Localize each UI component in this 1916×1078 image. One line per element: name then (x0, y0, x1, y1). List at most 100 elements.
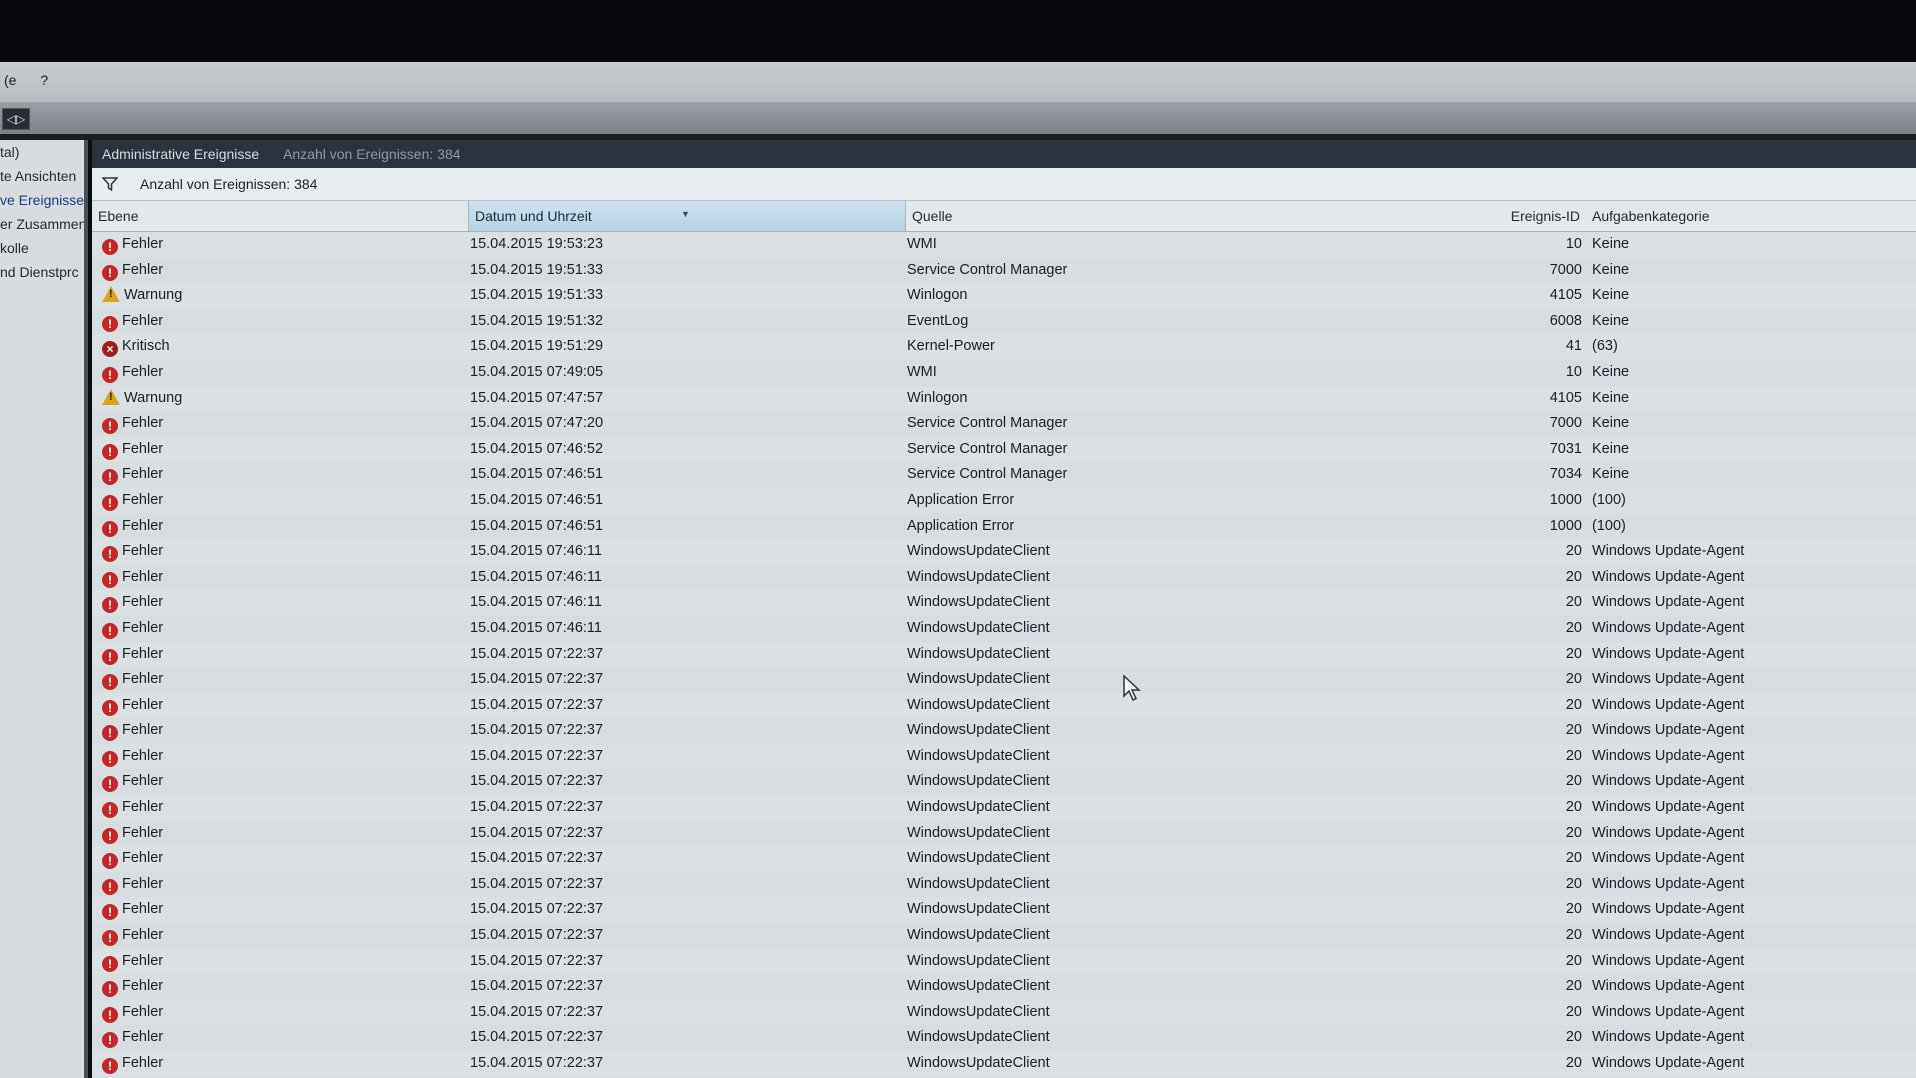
table-row[interactable]: ! Fehler 15.04.2015 07:22:37 WindowsUpdateC… (92, 821, 1916, 847)
table-row[interactable]: ! Fehler 15.04.2015 07:46:51 Application Er… (92, 487, 1916, 514)
table-row[interactable]: ! Fehler 15.04.2015 19:51:33 Service Contro… (92, 258, 1916, 284)
tree-item-services-logs[interactable]: nd Dienstprc (0, 260, 84, 284)
table-row[interactable]: ! Fehler 15.04.2015 07:22:37 WindowsUpdateC… (92, 974, 1916, 1000)
error-icon: ! (102, 520, 118, 537)
table-row[interactable]: ! Fehler 15.04.2015 07:22:37 WindowsUpdateC… (92, 641, 1916, 668)
task-category-cell: Windows Update-Agent (1592, 568, 1745, 585)
level-label: Fehler (122, 901, 164, 918)
event-id-cell: 7000 (1549, 261, 1582, 278)
table-row[interactable]: ! Fehler 15.04.2015 07:22:37 WindowsUpdateC… (92, 718, 1916, 744)
table-row[interactable]: ! Fehler 15.04.2015 07:22:37 WindowsUpdateC… (92, 897, 1916, 924)
table-row[interactable]: ! Fehler 15.04.2015 07:46:11 WindowsUpdateC… (92, 616, 1916, 642)
table-row[interactable]: ! Fehler 15.04.2015 07:22:37 WindowsUpdateC… (92, 999, 1916, 1026)
event-id-cell: 20 (1565, 594, 1582, 611)
level-cell: ! Fehler (102, 821, 462, 847)
date-cell: 15.04.2015 07:22:37 (470, 747, 604, 764)
table-row[interactable]: ! Fehler 15.04.2015 07:46:11 WindowsUpdateC… (92, 590, 1916, 616)
level-label: Fehler (122, 645, 164, 662)
date-cell: 15.04.2015 07:47:20 (470, 415, 604, 432)
table-row[interactable]: ! Fehler 15.04.2015 07:22:37 WindowsUpdateC… (92, 923, 1916, 949)
date-cell: 15.04.2015 07:22:37 (470, 645, 604, 662)
level-cell: ! Fehler (102, 309, 462, 335)
level-label: Warnung (124, 287, 183, 304)
level-label: Fehler (122, 927, 164, 944)
menu-item-help[interactable]: ? (40, 72, 48, 88)
level-label: Fehler (122, 671, 164, 688)
table-row[interactable]: Warnung15.04.2015 07:47:57Winlogon4105Ke… (92, 385, 1916, 412)
date-cell: 15.04.2015 07:22:37 (470, 722, 604, 739)
level-label: Fehler (122, 1029, 164, 1046)
table-row[interactable]: × Kritisch 15.04.2015 19:51:29 Kernel-Power… (92, 334, 1916, 360)
column-header-date[interactable]: Datum und Uhrzeit ▼ (468, 201, 906, 231)
table-row[interactable]: ! Fehler 15.04.2015 07:22:37 WindowsUpdateC… (92, 1051, 1916, 1077)
tree-item-logs[interactable]: kolle (0, 236, 84, 260)
column-headers: Ebene Datum und Uhrzeit ▼ Quelle Ereigni… (92, 201, 1916, 232)
event-id-cell: 20 (1565, 568, 1582, 585)
table-row[interactable]: ! Fehler 15.04.2015 07:22:37 WindowsUpdateC… (92, 872, 1916, 898)
event-id-cell: 7000 (1549, 415, 1582, 432)
date-cell: 15.04.2015 07:22:37 (470, 927, 604, 944)
event-id-cell: 20 (1565, 799, 1582, 816)
table-row[interactable]: ! Fehler 15.04.2015 07:47:20 Service Contro… (92, 411, 1916, 437)
date-cell: 15.04.2015 07:46:51 (470, 466, 604, 483)
table-row[interactable]: ! Fehler 15.04.2015 07:46:51 Application Er… (92, 514, 1916, 540)
level-label: Fehler (122, 978, 164, 995)
column-header-task-category[interactable]: Aufgabenkategorie (1586, 201, 1916, 231)
mouse-cursor-icon (1123, 674, 1141, 702)
tree-item-administrative-events[interactable]: ve Ereignisse (0, 188, 84, 212)
event-id-cell: 20 (1565, 1003, 1582, 1020)
level-label: Fehler (122, 236, 164, 252)
table-row[interactable]: Warnung15.04.2015 19:51:33Winlogon4105Ke… (92, 283, 1916, 309)
date-cell: 15.04.2015 07:22:37 (470, 773, 604, 790)
table-row[interactable]: ! Fehler 15.04.2015 07:22:37 WindowsUpdateC… (92, 743, 1916, 770)
table-row[interactable]: ! Fehler 15.04.2015 07:22:37 WindowsUpdateC… (92, 948, 1916, 975)
column-header-source[interactable]: Quelle (906, 201, 1382, 231)
table-row[interactable]: ! Fehler 15.04.2015 07:22:37 WindowsUpdateC… (92, 1025, 1916, 1051)
level-cell: ! Fehler (102, 539, 462, 565)
level-cell: ! Fehler (102, 1000, 462, 1026)
error-icon: ! (102, 725, 118, 742)
error-icon: ! (102, 648, 118, 665)
table-row[interactable]: ! Fehler 15.04.2015 19:53:23 WMI 10 Keine (92, 232, 1916, 258)
task-category-cell: Keine (1592, 415, 1630, 432)
table-row[interactable]: ! Fehler 15.04.2015 07:49:05 WMI 10 Keine (92, 360, 1916, 386)
task-category-cell: Keine (1592, 466, 1630, 483)
column-header-event-id[interactable]: Ereignis-ID (1382, 201, 1586, 231)
level-cell: ! Fehler (102, 437, 462, 463)
back-forward-button[interactable]: ◁▷ (2, 108, 30, 130)
date-cell: 15.04.2015 19:51:32 (470, 312, 604, 329)
table-row[interactable]: ! Fehler 15.04.2015 07:22:37 WindowsUpdateC… (92, 795, 1916, 821)
event-id-cell: 10 (1565, 363, 1582, 380)
table-row[interactable]: ! Fehler 15.04.2015 07:46:11 WindowsUpdateC… (92, 539, 1916, 565)
table-row[interactable]: ! Fehler 15.04.2015 07:46:51 Service Contro… (92, 462, 1916, 488)
date-cell: 15.04.2015 07:22:37 (470, 901, 604, 918)
task-category-cell: Keine (1592, 389, 1630, 406)
table-row[interactable]: ! Fehler 15.04.2015 07:22:37 WindowsUpdateC… (92, 769, 1916, 795)
table-row[interactable]: ! Fehler 15.04.2015 07:46:52 Service Contro… (92, 436, 1916, 463)
navigation-tree: tal) te Ansichten ve Ereignisse er Zusam… (0, 140, 88, 1078)
level-label: Fehler (122, 1003, 164, 1020)
date-cell: 15.04.2015 19:51:33 (470, 287, 604, 304)
task-category-cell: Windows Update-Agent (1592, 722, 1745, 739)
warning-icon (102, 286, 120, 303)
menu-item-file[interactable]: (e (4, 72, 16, 88)
error-icon: ! (102, 443, 118, 460)
table-row[interactable]: ! Fehler 15.04.2015 07:22:37 WindowsUpdateC… (92, 667, 1916, 693)
table-row[interactable]: ! Fehler 15.04.2015 19:51:32 EventLog 6008 Ke… (92, 309, 1916, 335)
error-icon: ! (102, 853, 118, 870)
column-header-level[interactable]: Ebene (92, 201, 468, 231)
tree-item-summary[interactable]: er Zusammen (0, 212, 84, 236)
table-row[interactable]: ! Fehler 15.04.2015 07:46:11 WindowsUpdateC… (92, 565, 1916, 591)
table-row[interactable]: ! Fehler 15.04.2015 07:22:37 WindowsUpdateC… (92, 846, 1916, 872)
date-cell: 15.04.2015 07:46:11 (470, 594, 602, 611)
tree-item-custom-views[interactable]: te Ansichten (0, 164, 84, 188)
task-category-cell: Windows Update-Agent (1592, 952, 1745, 969)
tree-item-local[interactable]: tal) (0, 140, 84, 164)
task-category-cell: Windows Update-Agent (1592, 773, 1745, 790)
table-row[interactable]: ! Fehler 15.04.2015 07:22:37 WindowsUpdateC… (92, 692, 1916, 719)
filter-icon[interactable] (102, 177, 118, 191)
event-id-cell: 4105 (1549, 389, 1582, 406)
date-cell: 15.04.2015 07:46:51 (470, 517, 604, 534)
task-category-cell: Windows Update-Agent (1592, 671, 1745, 688)
event-rows: ! Fehler 15.04.2015 19:53:23 WMI 10 Keine! Feh… (92, 232, 1916, 1077)
